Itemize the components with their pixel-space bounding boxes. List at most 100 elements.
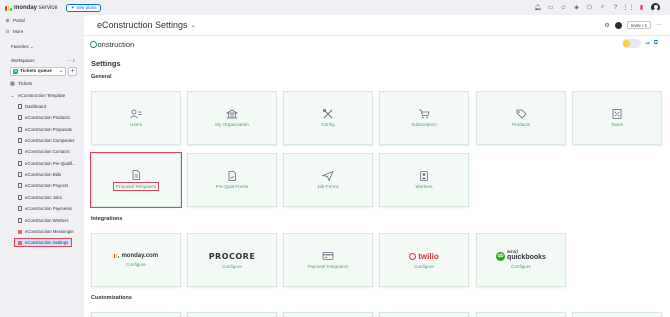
folder-econstruction-template[interactable]: ⌄ eConstruction Template xyxy=(10,93,65,99)
users-icon xyxy=(130,109,142,119)
dashboard-icon xyxy=(18,104,22,109)
board-owner-avatar[interactable] xyxy=(614,21,622,29)
card-my-organization[interactable]: My Organization xyxy=(187,91,277,145)
header-divider xyxy=(84,35,670,36)
customization-card[interactable] xyxy=(283,312,373,317)
card-label: Users xyxy=(130,122,142,127)
tree-item[interactable]: eConstruction Workers xyxy=(18,218,69,223)
customization-card[interactable] xyxy=(379,312,469,317)
document-icon xyxy=(132,170,140,180)
configure-button[interactable]: Configure xyxy=(511,264,531,269)
board-icon xyxy=(18,138,22,143)
configure-button[interactable]: Configure xyxy=(126,262,146,267)
worker-icon xyxy=(420,171,428,181)
more-options-icon[interactable]: ··· xyxy=(656,22,662,28)
tree-item[interactable]: eConstruction Bids xyxy=(18,172,61,177)
tree-item-label: eConstruction Messenger xyxy=(25,229,74,234)
sidebar-item-portal[interactable]: ⊕ Portal xyxy=(5,18,25,24)
tools-icon xyxy=(322,109,333,119)
sidebar-item-label: Portal xyxy=(13,18,25,23)
board-icon xyxy=(18,115,22,120)
monday-brand-logo: monday.com xyxy=(113,253,159,259)
card-pre-qual-forms[interactable]: Pre-Qual Forms xyxy=(187,153,277,207)
tree-item[interactable]: eConstruction Projects xyxy=(18,183,68,188)
econstruction-logo: onstruction xyxy=(90,40,134,49)
card-label: Workers xyxy=(415,184,433,189)
search-icon[interactable]: ⌕ xyxy=(599,4,606,11)
board-icon xyxy=(18,206,22,211)
logout-icon[interactable]: ⇥ xyxy=(645,40,650,47)
app-grid-icon[interactable]: ⋮⋮ xyxy=(623,4,635,11)
tree-item[interactable]: eConstruction Companies xyxy=(18,138,74,143)
card-taxes[interactable]: Taxes xyxy=(572,91,662,145)
configure-button[interactable]: Configure xyxy=(222,264,242,269)
card-products[interactable]: Products xyxy=(476,91,566,145)
board-icon xyxy=(18,218,22,223)
user-avatar[interactable] xyxy=(651,3,660,12)
payment-integration-label[interactable]: Payment Integration xyxy=(307,264,348,269)
board-title[interactable]: eConstruction Settings ⌄ xyxy=(97,20,196,30)
search-icon[interactable]: ⌕ xyxy=(73,58,75,63)
favorites-heading[interactable]: Favorites ⌄ xyxy=(11,44,33,50)
workspace-actions: ··· ⌕ xyxy=(67,58,75,63)
tree-item[interactable]: eConstruction Payments xyxy=(18,206,72,211)
add-item-button[interactable]: + xyxy=(68,67,77,76)
monday-small-logo-icon[interactable]: ▮ xyxy=(638,4,645,11)
card-label: Job Forms xyxy=(317,184,339,189)
gear-icon[interactable]: ⚙ xyxy=(604,22,609,29)
card-subscription[interactable]: Subscription xyxy=(379,91,469,145)
integration-twilio[interactable]: twilio Configure xyxy=(379,233,469,287)
apps-icon[interactable]: ⬡ xyxy=(586,4,593,11)
integration-monday[interactable]: monday.com Configure xyxy=(91,233,181,287)
integration-quickbooks[interactable]: qb INTUIT quickbooks Configure xyxy=(476,233,566,287)
tree-item[interactable]: eConstruction Jobs xyxy=(18,195,62,200)
invite-button[interactable]: Invite / 1 xyxy=(626,21,651,29)
main-content: eConstruction Settings ⌄ ⚙ Invite / 1 ··… xyxy=(84,15,670,317)
logo-text: onstruction xyxy=(97,40,135,49)
procore-brand-logo: PROCORE xyxy=(208,251,256,261)
card-config[interactable]: Config xyxy=(283,91,373,145)
tree-item-label: eConstruction Jobs xyxy=(25,195,62,200)
tree-item[interactable]: eConstruction Messenger xyxy=(18,229,74,234)
card-users[interactable]: Users xyxy=(91,91,181,145)
customization-card[interactable] xyxy=(476,312,566,317)
external-link-icon[interactable]: ⧉ xyxy=(654,40,658,47)
tree-item[interactable]: eConstruction Contacts xyxy=(18,149,70,154)
sidebar-item-tickets[interactable]: ▦ Tickets xyxy=(10,80,32,87)
card-label: Taxes xyxy=(611,122,623,127)
invite-label: Invite / 1 xyxy=(630,22,647,28)
brand-text: monday.com xyxy=(121,253,159,259)
integrations-icon[interactable]: ◈ xyxy=(573,4,580,11)
customization-card[interactable] xyxy=(187,312,277,317)
tree-item[interactable]: eConstruction Proposals xyxy=(18,127,72,132)
tree-item[interactable]: Dashboard xyxy=(18,104,46,109)
invite-members-icon[interactable]: ☺︎ xyxy=(560,4,567,11)
tree-item[interactable]: eConstruction Pre-Qualif... xyxy=(18,161,76,166)
help-icon[interactable]: ? xyxy=(612,4,619,11)
tree-item-label: eConstruction Projects xyxy=(25,183,69,188)
customization-card[interactable] xyxy=(91,312,181,317)
tree-item-active[interactable]: eConstruction Settings xyxy=(13,238,73,247)
card-workers[interactable]: Workers xyxy=(379,153,469,207)
tree-item[interactable]: eConstruction Products xyxy=(18,115,70,120)
monday-logo[interactable]: monday service xyxy=(5,5,58,11)
sidebar-item-more[interactable]: ⊙ More xyxy=(5,29,23,35)
integration-procore[interactable]: PROCORE Configure xyxy=(187,233,277,287)
workspace-selector[interactable]: S Tickets queue ⌄ xyxy=(10,67,66,76)
card-label: My Organization xyxy=(215,122,249,127)
board-title-text: eConstruction Settings xyxy=(97,20,188,30)
top-bar: monday service ✦ See plans 🔔︎ ▭ ☺︎ ◈ ⬡ ⌕… xyxy=(0,0,670,15)
bell-icon[interactable]: 🔔︎ xyxy=(534,4,542,11)
integration-payment[interactable]: Payment Integration xyxy=(283,233,373,287)
form-icon xyxy=(228,171,236,181)
customization-card[interactable] xyxy=(572,312,662,317)
card-job-forms[interactable]: Job Forms xyxy=(283,153,373,207)
board-icon: ▦ xyxy=(10,80,15,87)
more-options-icon[interactable]: ··· xyxy=(67,58,71,63)
card-proposal-templates[interactable]: Proposal Templates xyxy=(90,152,182,208)
theme-toggle[interactable] xyxy=(621,39,641,48)
configure-button[interactable]: Configure xyxy=(414,264,434,269)
see-plans-label: See plans xyxy=(76,5,97,10)
inbox-icon[interactable]: ▭ xyxy=(547,4,554,11)
see-plans-button[interactable]: ✦ See plans xyxy=(65,3,102,12)
